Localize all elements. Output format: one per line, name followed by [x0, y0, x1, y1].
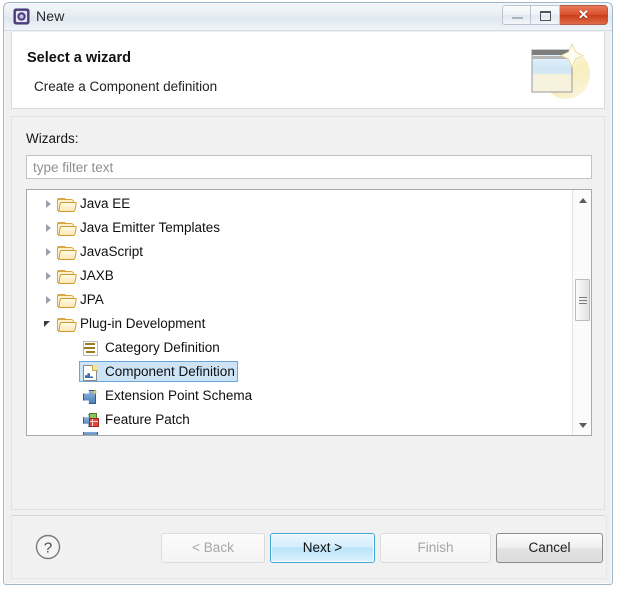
window-title: New [36, 8, 65, 24]
finish-button[interactable]: Finish [380, 533, 491, 563]
chevron-right-icon[interactable] [41, 192, 57, 216]
scroll-thumb-grip [579, 297, 587, 304]
component-definition-icon [82, 363, 100, 381]
category-definition-icon [82, 339, 100, 357]
wizard-tree-list: Java EE Java Emitter Templates JavaScript J… [27, 192, 572, 435]
scroll-thumb[interactable] [575, 279, 590, 321]
feature-icon [82, 432, 100, 435]
tree-row-label: Category Definition [105, 340, 220, 355]
minimize-icon [512, 17, 523, 19]
tree-row-label: Extension Point Schema [105, 388, 253, 403]
tree-row-label: Feature Patch [105, 412, 190, 427]
wizard-banner-icon [524, 40, 592, 102]
tree-row[interactable]: Category Definition [27, 336, 572, 360]
tree-row-label: Java EE [80, 196, 131, 211]
tree-row-label: JAXB [80, 268, 114, 283]
button-bar: ? < Back Next > Finish Cancel [11, 516, 607, 579]
extension-point-schema-icon [82, 387, 100, 405]
banner-subtitle: Create a Component definition [34, 79, 218, 94]
tree-row-partial[interactable] [27, 432, 572, 435]
tree-scrollbar[interactable] [572, 190, 591, 435]
wizards-label: Wizards: [26, 131, 79, 146]
tree-row[interactable]: JAXB [27, 264, 572, 288]
maximize-icon [540, 11, 551, 21]
tree-row-label: JavaScript [80, 244, 144, 259]
tree-row-label: Plug-in Development [80, 316, 206, 331]
tree-row[interactable]: Plug-in Development [27, 312, 572, 336]
chevron-right-icon[interactable] [41, 288, 57, 312]
svg-text:?: ? [44, 540, 52, 557]
tree-row[interactable]: Java EE [27, 192, 572, 216]
tree-row-label: Component Definition [105, 364, 235, 379]
chevron-right-icon[interactable] [41, 264, 57, 288]
eclipse-new-icon [13, 8, 30, 25]
folder-icon [57, 267, 78, 285]
close-button[interactable]: ✕ [560, 5, 608, 25]
tree-row-label: JPA [80, 292, 104, 307]
tree-row[interactable]: JPA [27, 288, 572, 312]
wizard-tree[interactable]: Java EE Java Emitter Templates JavaScript J… [26, 189, 592, 436]
feature-patch-icon [82, 411, 100, 429]
maximize-button[interactable] [531, 5, 560, 25]
close-icon: ✕ [578, 7, 589, 22]
new-wizard-dialog: New ✕ Select a wizard Create a Component… [3, 2, 613, 585]
back-button[interactable]: < Back [161, 533, 265, 563]
tree-row[interactable]: JavaScript [27, 240, 572, 264]
scroll-down-arrow[interactable] [573, 416, 591, 435]
title-bar[interactable]: New ✕ [4, 3, 612, 31]
chevron-right-icon[interactable] [41, 216, 57, 240]
tree-row[interactable]: Component Definition [27, 360, 572, 384]
folder-icon [57, 195, 78, 213]
chevron-right-icon[interactable] [41, 240, 57, 264]
folder-icon [57, 291, 78, 309]
scroll-up-arrow[interactable] [573, 190, 591, 209]
window-controls: ✕ [502, 5, 608, 25]
next-button[interactable]: Next > [270, 533, 375, 563]
wizard-banner: Select a wizard Create a Component defin… [11, 32, 605, 109]
folder-icon [57, 219, 78, 237]
chevron-down-icon[interactable] [41, 312, 57, 336]
folder-icon [57, 243, 78, 261]
folder-icon [57, 315, 78, 333]
tree-row-label: Java Emitter Templates [80, 220, 221, 235]
minimize-button[interactable] [502, 5, 531, 25]
banner-title: Select a wizard [27, 50, 131, 66]
tree-row[interactable]: Java Emitter Templates [27, 216, 572, 240]
cancel-button[interactable]: Cancel [496, 533, 603, 563]
filter-input[interactable] [26, 155, 592, 179]
help-icon[interactable]: ? [34, 533, 62, 561]
wizard-selection-panel: Wizards: Java EEJava Emitter TemplatesJa… [11, 116, 605, 510]
tree-row[interactable]: Feature Patch [27, 408, 572, 432]
tree-row[interactable]: Extension Point Schema [27, 384, 572, 408]
